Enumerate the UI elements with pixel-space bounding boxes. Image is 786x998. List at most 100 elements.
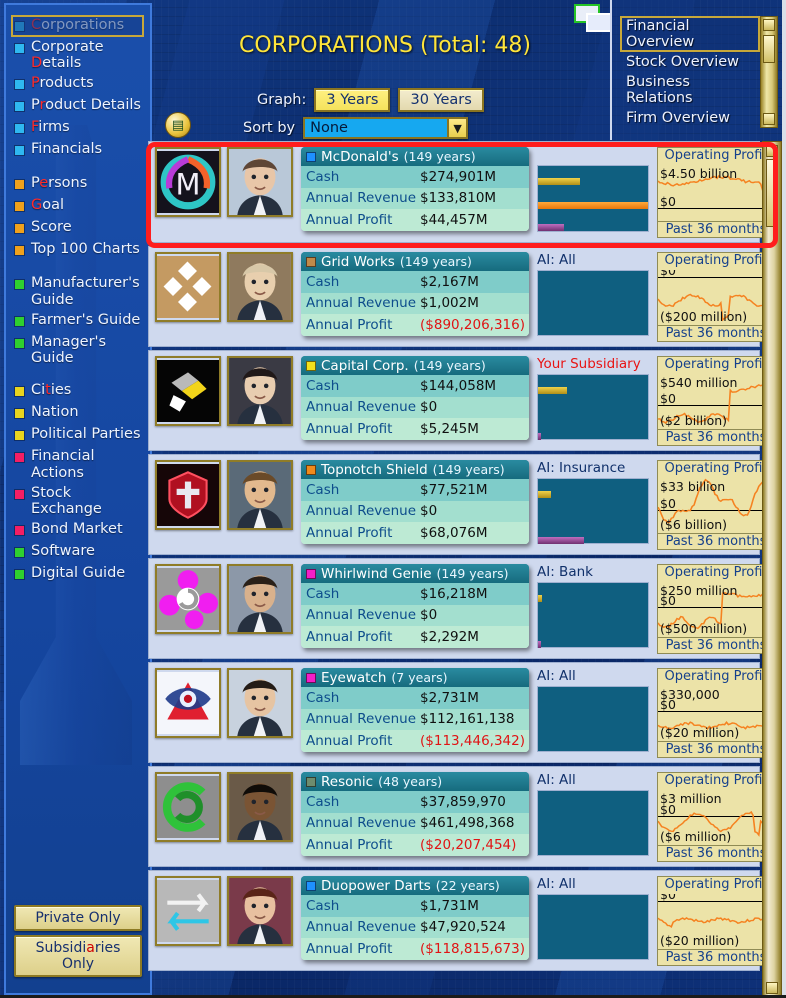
cash-row: Cash $16,218M: [301, 583, 529, 605]
graph-top-label: $540 million: [660, 375, 738, 390]
corporation-row[interactable]: M McDonald's (149 years) Cash $274,901M Annua…: [148, 141, 775, 243]
list-scroll-thumb[interactable]: [766, 159, 778, 227]
corporation-info-card[interactable]: McDonald's (149 years) Cash $274,901M Annual…: [301, 147, 529, 231]
corporation-row[interactable]: Eyewatch (7 years) Cash $2,731M Annual Reven…: [148, 662, 775, 763]
sidebar-item-stock-exchange[interactable]: Stock Exchange: [6, 483, 150, 519]
market-share-panel: [537, 147, 649, 238]
corporation-row[interactable]: Resonic (48 years) Cash $37,859,970 Annual R…: [148, 766, 775, 867]
corporation-color-swatch: [306, 151, 316, 162]
operating-profit-graph[interactable]: Operating Profit $250 million $0 ($500 mill…: [657, 564, 775, 654]
list-scroll-up-button[interactable]: [766, 145, 778, 157]
profit-row: Annual Profit $2,292M: [301, 626, 529, 648]
corporation-logo[interactable]: [155, 252, 221, 322]
graph-30-years-button[interactable]: 30 Years: [398, 88, 484, 112]
ceo-portrait[interactable]: [227, 564, 293, 634]
sidebar-item-label: Product Details: [31, 97, 141, 114]
list-scrollbar[interactable]: [762, 141, 782, 998]
cash-row: Cash $2,731M: [301, 687, 529, 709]
corporation-logo[interactable]: [155, 876, 221, 946]
corporation-info-card[interactable]: Topnotch Shield (149 years) Cash $77,521M An…: [301, 460, 529, 544]
corporation-row[interactable]: Duopower Darts (22 years) Cash $1,731M Annua…: [148, 870, 775, 971]
ceo-portrait[interactable]: [227, 252, 293, 322]
sidebar-item-political-parties[interactable]: Political Parties: [6, 424, 150, 446]
corporation-name: Duopower Darts: [321, 877, 431, 894]
chevron-down-icon[interactable]: ▼: [447, 119, 467, 137]
corporation-logo[interactable]: [155, 668, 221, 738]
corporation-row[interactable]: Capital Corp. (149 years) Cash $144,058M Ann…: [148, 350, 775, 451]
sort-by-dropdown[interactable]: None ▼: [303, 117, 469, 139]
graph-3-years-button[interactable]: 3 Years: [314, 88, 391, 112]
sidebar-item-financials[interactable]: Financials: [6, 139, 150, 161]
sidebar-item-goal[interactable]: Goal: [6, 195, 150, 217]
revenue-value: $133,810M: [420, 190, 497, 207]
corporation-color-swatch: [306, 568, 316, 579]
sidebar-item-software[interactable]: Software: [6, 541, 150, 563]
ceo-portrait[interactable]: [227, 772, 293, 842]
market-share-bar: [538, 595, 543, 602]
corporation-info-card[interactable]: Duopower Darts (22 years) Cash $1,731M Annua…: [301, 876, 529, 960]
map-icon[interactable]: ▤: [165, 112, 191, 138]
operating-profit-graph[interactable]: Operating Profit $0 ($200 million) Past 36 …: [657, 252, 775, 342]
sidebar-item-corporations[interactable]: Corporations: [6, 15, 150, 37]
sidebar-item-digital-guide[interactable]: Digital Guide: [6, 563, 150, 585]
right-panel-item-business-relations[interactable]: Business Relations: [620, 72, 760, 108]
sidebar-item-financial-actions[interactable]: Financial Actions: [6, 446, 150, 482]
profit-label: Annual Profit: [306, 628, 393, 645]
scroll-thumb[interactable]: [763, 35, 775, 63]
corporation-info-card[interactable]: Capital Corp. (149 years) Cash $144,058M Ann…: [301, 356, 529, 440]
sidebar-item-products[interactable]: Products: [6, 73, 150, 95]
ceo-portrait[interactable]: [227, 876, 293, 946]
profit-label: Annual Profit: [306, 836, 393, 853]
operating-profit-graph[interactable]: Operating Profit $330,000 $0 ($20 million) P…: [657, 668, 775, 758]
operating-profit-graph[interactable]: Operating Profit $4.50 billion $0 Past 36 m…: [657, 147, 775, 238]
sidebar-item-score[interactable]: Score: [6, 217, 150, 239]
sidebar-item-product-details[interactable]: Product Details: [6, 95, 150, 117]
corporation-info-card[interactable]: Eyewatch (7 years) Cash $2,731M Annual Reven…: [301, 668, 529, 752]
scroll-down-button[interactable]: [763, 113, 775, 125]
scroll-up-button[interactable]: [763, 19, 775, 31]
private-only-button[interactable]: Private Only: [14, 905, 142, 931]
graph-title: Operating Profit: [664, 669, 768, 684]
right-panel-item-stock-overview[interactable]: Stock Overview: [620, 52, 760, 72]
sidebar-item-firms[interactable]: Firms: [6, 117, 150, 139]
sidebar-item-nation[interactable]: Nation: [6, 402, 150, 424]
operating-profit-graph[interactable]: Operating Profit $540 million $0 ($2 billio…: [657, 356, 775, 446]
sidebar-item-corporate-details[interactable]: Corporate Details: [6, 37, 150, 73]
corporation-logo[interactable]: [155, 772, 221, 842]
market-share-bars: [537, 165, 649, 232]
corporation-row[interactable]: Topnotch Shield (149 years) Cash $77,521M An…: [148, 454, 775, 555]
right-panel-scrollbar[interactable]: [760, 16, 778, 128]
ceo-portrait[interactable]: [227, 356, 293, 426]
corporation-info-card[interactable]: Whirlwind Genie (149 years) Cash $16,218M An…: [301, 564, 529, 648]
subsidiaries-only-button[interactable]: Subsidiaries Only: [14, 935, 142, 977]
sidebar-item-top-100-charts[interactable]: Top 100 Charts: [6, 239, 150, 261]
corporation-info-card[interactable]: Resonic (48 years) Cash $37,859,970 Annual R…: [301, 772, 529, 856]
right-panel-item-firm-overview[interactable]: Firm Overview: [620, 108, 760, 128]
ceo-portrait[interactable]: [227, 460, 293, 530]
sort-by-value[interactable]: None: [305, 119, 448, 137]
graph-plot: $3 million $0 ($6 million): [658, 790, 774, 845]
corporation-logo[interactable]: [155, 564, 221, 634]
sidebar-item-manufacturer-s-guide[interactable]: Manufacturer's Guide: [6, 273, 150, 309]
sidebar-item-label: Cities: [31, 382, 72, 399]
corporation-info-card[interactable]: Grid Works (149 years) Cash $2,167M Annual R…: [301, 252, 529, 336]
profit-value: ($890,206,316): [420, 316, 526, 333]
sidebar-item-cities[interactable]: Cities: [6, 380, 150, 402]
operating-profit-graph[interactable]: Operating Profit $33 billion $0 ($6 billion…: [657, 460, 775, 550]
sidebar-item-bond-market[interactable]: Bond Market: [6, 519, 150, 541]
right-panel-item-financial-overview[interactable]: Financial Overview: [620, 16, 760, 52]
corporation-row[interactable]: Whirlwind Genie (149 years) Cash $16,218M An…: [148, 558, 775, 659]
operating-profit-graph[interactable]: Operating Profit $3 million $0 ($6 million)…: [657, 772, 775, 862]
corporation-row[interactable]: Grid Works (149 years) Cash $2,167M Annual R…: [148, 246, 775, 347]
corporation-logo[interactable]: M: [155, 147, 221, 217]
sidebar-item-persons[interactable]: Persons: [6, 173, 150, 195]
sidebar-item-farmer-s-guide[interactable]: Farmer's Guide: [6, 310, 150, 332]
corporation-logo[interactable]: [155, 460, 221, 530]
list-scroll-down-button[interactable]: [766, 982, 778, 994]
ceo-portrait[interactable]: [227, 147, 293, 217]
operating-profit-graph[interactable]: Operating Profit $0 ($20 million) Past 36 m…: [657, 876, 775, 966]
corporation-age: (149 years): [403, 149, 476, 164]
corporation-logo[interactable]: [155, 356, 221, 426]
ceo-portrait[interactable]: [227, 668, 293, 738]
sidebar-item-manager-s-guide[interactable]: Manager's Guide: [6, 332, 150, 368]
